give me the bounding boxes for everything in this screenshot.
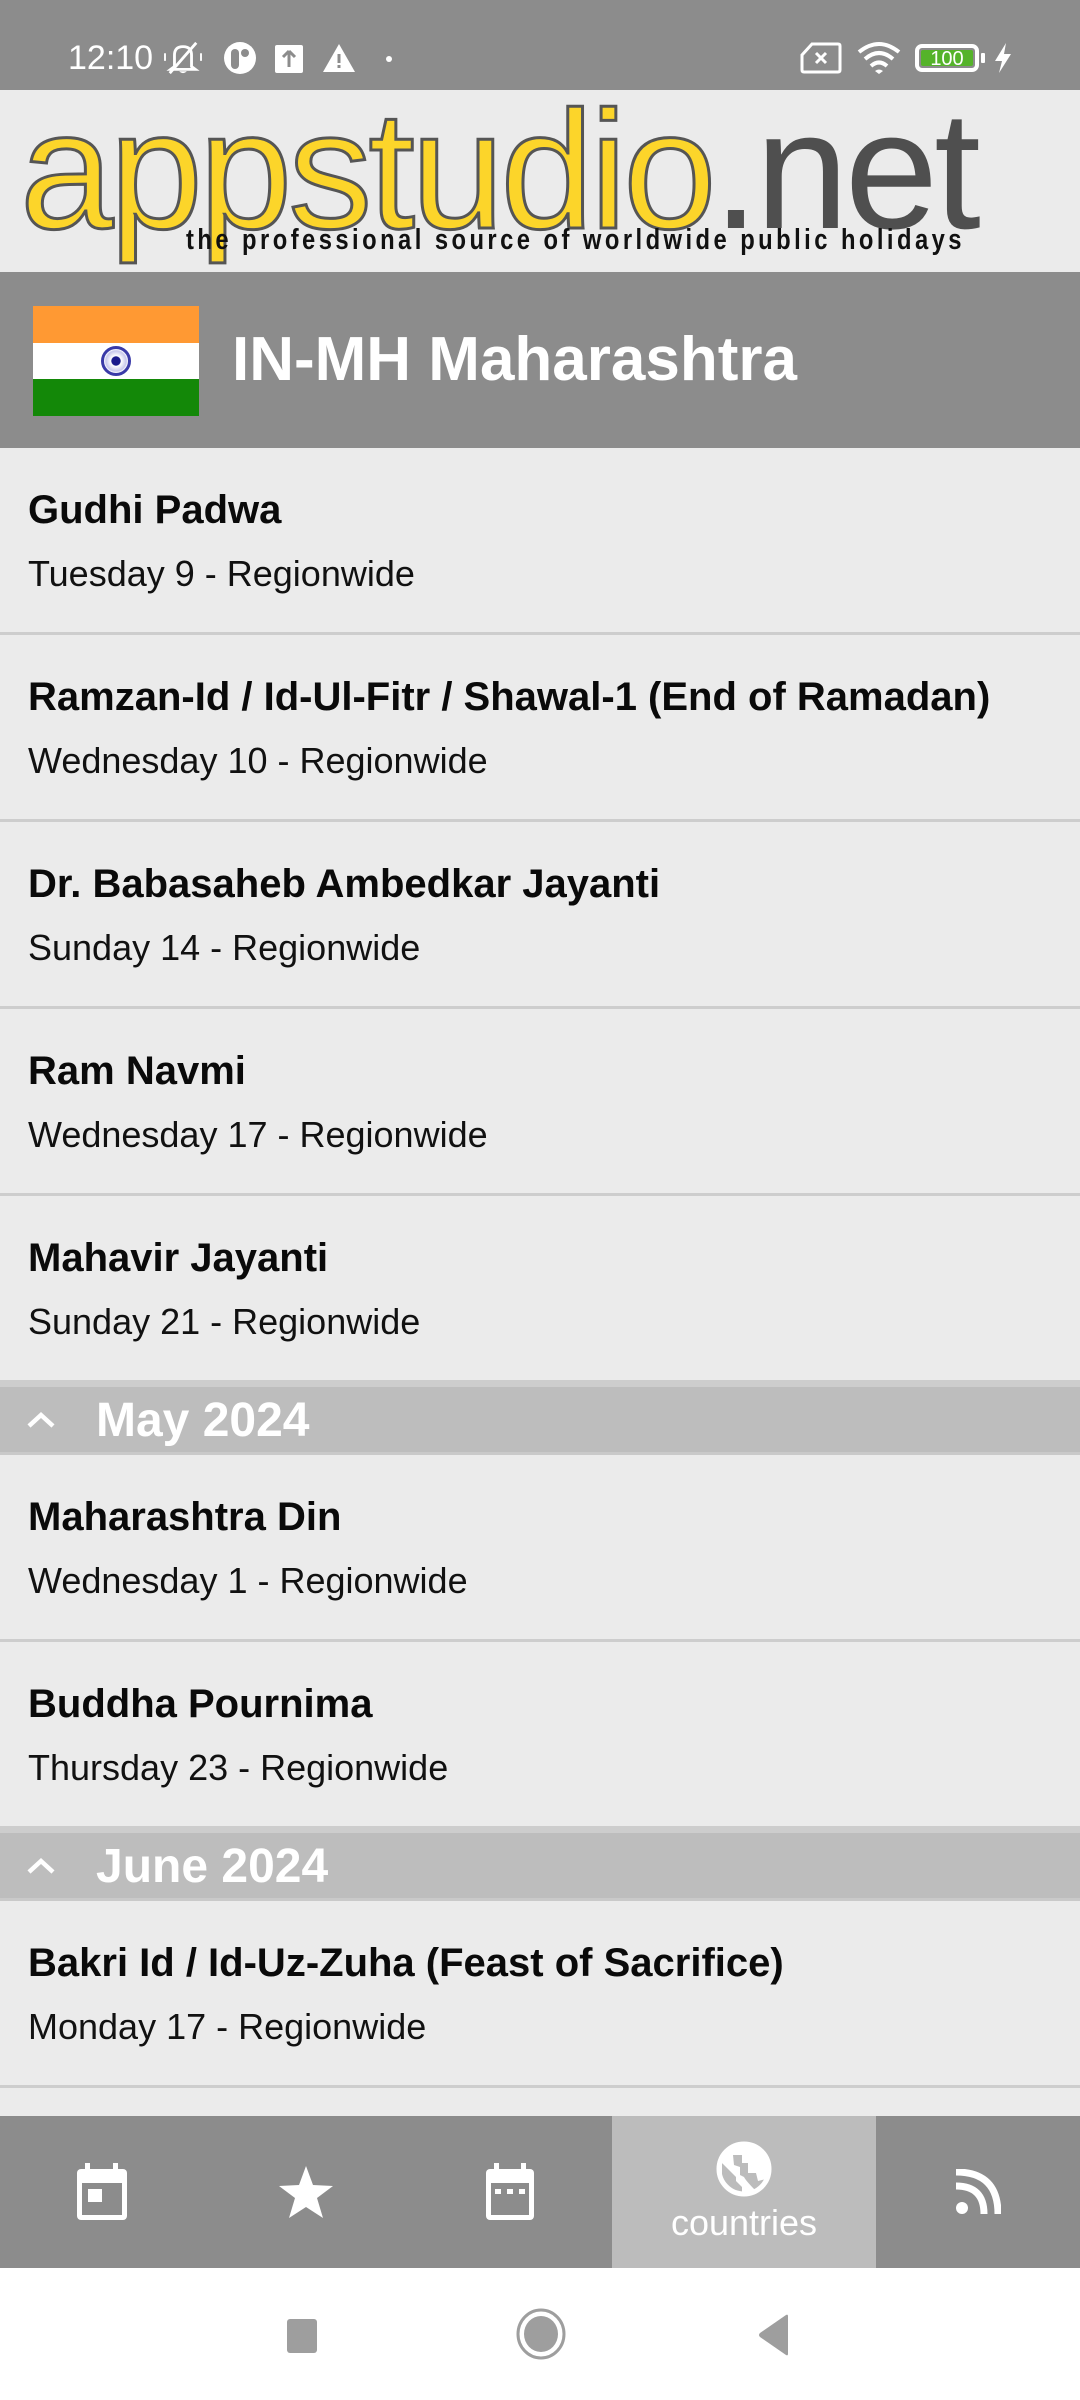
bottom-nav: countries [0,2116,1080,2268]
calendar-today-icon [77,2163,127,2220]
tab-countries-label: countries [670,2202,818,2243]
holiday-date: Thursday 23 - Regionwide [28,1747,449,1788]
charging-icon [995,43,1011,73]
holiday-date: Monday 17 - Regionwide [28,2006,427,2047]
region-header: IN-MH Maharashtra [0,272,1080,448]
warning-icon [323,44,355,72]
holiday-date: Sunday 21 - Regionwide [28,1301,421,1342]
tab-countries[interactable]: countries [612,2116,876,2268]
system-nav [0,2268,1080,2400]
calendar-month-icon [486,2163,534,2220]
no-sim-icon [800,42,842,74]
region-title: IN-MH Maharashtra [232,325,797,394]
holiday-title: Buddha Pournima [28,1682,373,1726]
wifi-icon [857,42,901,74]
tab-favorites[interactable] [204,2116,408,2268]
rss-feed-icon [955,2169,1001,2215]
tab-rss[interactable] [876,2116,1080,2268]
holiday-date: Wednesday 1 - Regionwide [28,1560,468,1601]
ashoka-chakra [101,345,131,376]
holiday-item[interactable]: Gudhi Padwa Tuesday 9 - Regionwide [0,448,1080,635]
status-time: 12:10 [68,39,154,77]
holiday-date: Wednesday 17 - Regionwide [28,1114,488,1155]
status-bar: 12:10 100 [0,0,1080,90]
app-notification-icon [224,42,256,74]
star-icon [279,2166,333,2218]
holiday-item[interactable]: Dr. Babasaheb Ambedkar Jayanti Sunday 14 … [0,822,1080,1009]
upload-icon [275,45,303,73]
recents-button[interactable] [286,2318,318,2354]
holiday-date: Wednesday 10 - Regionwide [28,740,488,781]
logo-tagline: the professional source of worldwide pub… [186,224,965,256]
holiday-item[interactable]: Ram Navmi Wednesday 17 - Regionwide [0,1009,1080,1196]
logo-banner: appstudio.net the professional source of… [0,90,1080,272]
india-flag-icon [33,306,199,416]
home-button[interactable] [516,2308,566,2360]
holiday-item[interactable]: Buddha Pournima Thursday 23 - Regionwide [0,1642,1080,1829]
globe-icon [716,2141,772,2197]
holiday-title: Ram Navmi [28,1049,246,1093]
holiday-title: Maharashtra Din [28,1495,342,1539]
chevron-up-icon [27,1857,55,1874]
battery-level: 100 [921,49,973,69]
holiday-list[interactable]: Gudhi Padwa Tuesday 9 - Regionwide Ramzan-… [0,448,1080,2088]
battery-icon: 100 [915,44,979,72]
holiday-title: Mahavir Jayanti [28,1236,329,1280]
holiday-item[interactable]: Maharashtra Din Wednesday 1 - Regionwide [0,1455,1080,1642]
tab-calendar[interactable] [408,2116,612,2268]
holiday-title: Dr. Babasaheb Ambedkar Jayanti [28,862,661,906]
holiday-date: Tuesday 9 - Regionwide [28,553,415,594]
month-header[interactable]: June 2024 [0,1829,1080,1901]
holiday-title: Gudhi Padwa [28,488,282,532]
holiday-title: Bakri Id / Id-Uz-Zuha (Feast of Sacrific… [28,1941,784,1985]
holiday-item[interactable]: Bakri Id / Id-Uz-Zuha (Feast of Sacrific… [0,1901,1080,2088]
holiday-title: Ramzan-Id / Id-Ul-Fitr / Shawal-1 (End o… [28,675,991,719]
month-label: May 2024 [96,1394,310,1447]
chevron-up-icon [27,1411,55,1428]
back-button[interactable] [757,2314,791,2356]
holiday-item[interactable]: Ramzan-Id / Id-Ul-Fitr / Shawal-1 (End o… [0,635,1080,822]
tab-today[interactable] [0,2116,204,2268]
dot-icon [386,56,392,62]
month-header[interactable]: May 2024 [0,1383,1080,1455]
month-label: June 2024 [96,1840,329,1893]
bell-off-icon [164,41,202,75]
holiday-date: Sunday 14 - Regionwide [28,927,421,968]
battery-cap [981,53,985,63]
holiday-item[interactable]: Mahavir Jayanti Sunday 21 - Regionwide [0,1196,1080,1383]
